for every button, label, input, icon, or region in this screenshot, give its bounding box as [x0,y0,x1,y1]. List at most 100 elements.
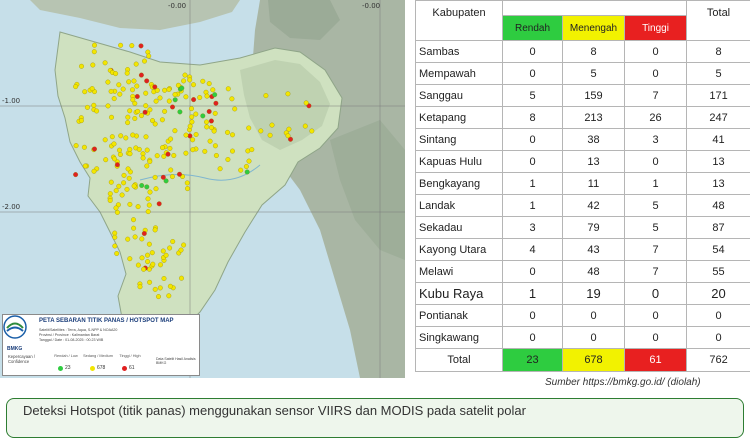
total-tinggi: 61 [625,349,687,372]
hotspot-dot [142,231,147,236]
hotspot-dot [168,137,173,142]
hotspot-dot [125,120,130,125]
total-rendah: 23 [503,349,563,372]
hotspot-dot [141,151,146,156]
hotspot-dot [304,101,309,106]
hotspot-dot [189,106,194,111]
hotspot-dot [204,120,209,125]
hotspot-dot [113,235,118,240]
hotspot-dot [156,294,161,299]
hotspot-dot [103,138,108,143]
hotspot-dot [115,210,120,215]
hotspot-dot [194,112,199,117]
coord-label: -0.00 [168,2,186,10]
cell-name: Sanggau [416,85,503,107]
hotspot-dot [153,85,158,90]
hotspot-dot [189,115,194,120]
hotspot-dot [201,79,206,84]
cell-rendah: 1 [503,195,563,217]
cell-name: Landak [416,195,503,217]
hotspot-dot [106,104,111,109]
cell-tinggi: 7 [625,261,687,283]
hotspot-dot [132,184,137,189]
header-kabupaten: Kabupaten [416,1,503,41]
hotspot-dot [179,276,184,281]
cell-menengah: 213 [563,107,625,129]
hotspot-dot [128,202,133,207]
cell-total: 13 [687,173,750,195]
legend-confidence-label: Kepercayaan / Confidence [8,354,38,364]
hotspot-dot [181,79,186,84]
hotspot-dot [114,188,119,193]
hotspot-dot [268,133,273,138]
hotspot-dot [130,88,135,93]
hotspot-dot [204,125,209,130]
hotspot-dot [207,81,212,86]
hotspot-dot [82,145,87,150]
hotspot-dot [225,130,230,135]
hotspot-dot [79,118,84,123]
caption-text: Deteksi Hotspot (titik panas) menggunaka… [23,403,526,418]
hotspot-dot [106,80,111,85]
hotspot-dot [92,43,97,48]
legend-count-low: 23 [65,365,71,371]
hotspot-dot [128,151,133,156]
hotspot-dot [207,109,212,114]
hotspot-dot [162,154,167,159]
hotspot-dot [139,44,144,49]
hotspot-dot [187,78,192,83]
hotspot-dot [181,243,186,248]
hotspot-dot [143,91,148,96]
hotspot-dot [185,181,190,186]
header-rendah: Rendah [503,16,563,41]
hotspot-dot [112,157,117,162]
cell-total: 41 [687,129,750,151]
hotspot-dot [211,88,216,93]
legend-count-high: 61 [129,365,135,371]
hotspot-dot [146,209,151,214]
hotspot-dot [120,193,125,198]
hotspot-dot [170,239,175,244]
table-row: Sintang038341 [416,129,750,151]
cell-menengah: 5 [563,63,625,85]
hotspot-dot [92,169,97,174]
hotspot-dot [141,156,146,161]
table-body: Sambas0808Mempawah0505Sanggau51597171Ket… [416,41,750,349]
hotspot-dot [153,228,158,233]
hotspot-dot [118,92,123,97]
hotspot-dot [130,133,135,138]
cell-rendah: 4 [503,239,563,261]
hotspot-dot [162,109,167,114]
cell-name: Kapuas Hulu [416,151,503,173]
cell-tinggi: 3 [625,129,687,151]
hotspot-dot [135,109,140,114]
legend-note: Data Satelit Hasil Analisis BMKG [156,357,198,366]
hotspot-dot [139,113,144,118]
hotspot-dot [145,259,150,264]
cell-name: Kubu Raya [416,283,503,305]
hotspot-dot [154,186,159,191]
hotspot-dot [132,79,137,84]
hotspot-table: Kabupaten Total Rendah Menengah Tinggi S… [415,0,750,372]
hotspot-dot [117,148,122,153]
hotspot-dot [121,87,126,92]
hotspot-dot [130,43,135,48]
hotspot-dot [128,256,133,261]
hotspot-dot [286,92,291,97]
hotspot-dot [142,59,147,64]
hotspot-dot [167,294,172,299]
hotspot-dot [114,251,119,256]
hotspot-dot [74,143,79,148]
cell-rendah: 1 [503,283,563,305]
hotspot-dot [185,186,190,191]
hotspot-dot [226,87,231,92]
source-note: Sumber https://bmkg.go.id/ (diolah) [545,377,701,388]
hotspot-dot [310,129,315,134]
cell-tinggi: 0 [625,305,687,327]
hotspot-dot [113,244,118,249]
table-row: Sekadau379587 [416,217,750,239]
hotspot-dot [118,134,123,139]
cell-tinggi: 0 [625,63,687,85]
hotspot-dot [244,164,249,169]
hotspot-dot [103,157,108,162]
